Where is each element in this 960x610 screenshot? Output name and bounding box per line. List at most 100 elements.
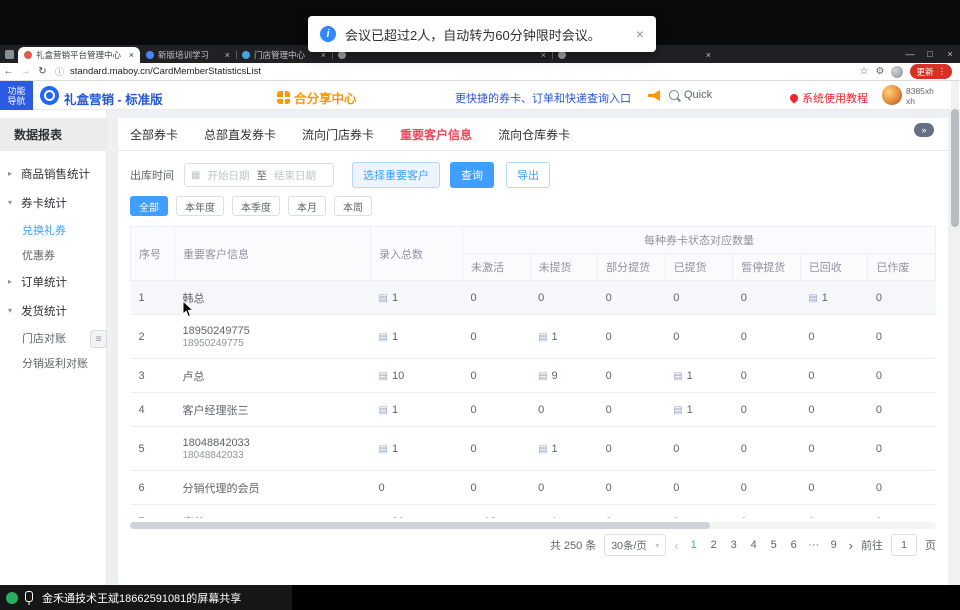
search-button[interactable]: 查询 xyxy=(450,162,494,188)
main-area: 全部券卡 总部直发券卡 流向门店券卡 重要客户信息 流向仓库券卡 » 出库时间 ▦ 开始… xyxy=(107,110,960,585)
cell-value: 1 xyxy=(552,331,558,343)
tutorial-link[interactable]: 系统使用教程 xyxy=(790,90,868,106)
quick-filter-button[interactable]: 本季度 xyxy=(232,196,280,216)
table-row[interactable]: 51804884203318048842033▤10▤100000 xyxy=(131,427,936,471)
table-row[interactable]: 7唐总▤20▤18▤100000 xyxy=(131,505,936,519)
caret-down-icon: ▾ xyxy=(8,198,16,207)
page-number-button[interactable]: 5 xyxy=(767,539,781,551)
customer-name: 韩总 xyxy=(183,290,363,306)
prev-page-button[interactable]: ‹ xyxy=(674,538,678,553)
cell-value: 0 xyxy=(606,482,612,494)
tab-favicon xyxy=(24,51,32,59)
date-filter-label: 出库时间 xyxy=(130,167,174,183)
page-number-button[interactable]: 3 xyxy=(727,539,741,551)
sidebar-subitem[interactable]: 优惠券 xyxy=(0,242,106,267)
page-number-button[interactable]: 4 xyxy=(747,539,761,551)
cell-value: 1 xyxy=(687,370,693,382)
content-tab[interactable]: 全部券卡 xyxy=(130,126,178,143)
value-cell: 0 xyxy=(800,471,868,505)
tab-close-icon[interactable]: × xyxy=(706,50,711,60)
content-tab[interactable]: 流向门店券卡 xyxy=(302,126,374,143)
customer-cell: 1804884203318048842033 xyxy=(175,427,371,471)
mouse-cursor xyxy=(182,300,194,318)
reload-button[interactable]: ↻ xyxy=(34,66,51,77)
vertical-scrollbar[interactable] xyxy=(951,81,959,585)
customer-cell: 1895024977518950249775 xyxy=(175,315,371,359)
quick-filter-button[interactable]: 本年度 xyxy=(176,196,224,216)
horizontal-scrollbar[interactable] xyxy=(130,522,936,529)
quick-filter-button[interactable]: 本周 xyxy=(334,196,372,216)
table-row[interactable]: 6分销代理的会员00000000 xyxy=(131,471,936,505)
select-customer-button[interactable]: 选择重要客户 xyxy=(352,162,440,188)
page-size-select[interactable]: 30条/页 ▾ xyxy=(604,534,666,556)
cell-value: 0 xyxy=(673,331,679,343)
browser-tab[interactable]: 礼盒营销平台管理中心× xyxy=(18,47,140,63)
tab-close-icon[interactable]: × xyxy=(129,50,134,60)
sidebar-item[interactable]: ▾券卡统计 xyxy=(0,188,106,217)
page-number-button[interactable]: 2 xyxy=(707,539,721,551)
collapse-panel-button[interactable]: » xyxy=(914,123,934,137)
cell-value: 0 xyxy=(471,292,477,304)
date-range-input[interactable]: ▦ 开始日期 至 结束日期 xyxy=(184,163,334,187)
content-tab[interactable]: 重要客户信息 xyxy=(400,126,472,143)
cell-value: 0 xyxy=(876,443,882,455)
export-button[interactable]: 导出 xyxy=(506,162,550,188)
bookmark-icon[interactable]: ☆ xyxy=(860,66,869,77)
card-icon: ▤ xyxy=(538,332,547,343)
table-row[interactable]: 3卢总▤100▤90▤1000 xyxy=(131,359,936,393)
megaphone-icon xyxy=(648,90,660,101)
horizontal-scrollbar-thumb[interactable] xyxy=(130,522,710,529)
customer-sub: 18950249775 xyxy=(183,338,363,349)
cell-value: 0 xyxy=(606,370,612,382)
sidebar-item[interactable]: ▸商品销售统计 xyxy=(0,159,106,188)
page-number-button[interactable]: 9 xyxy=(827,539,841,551)
extensions-icon[interactable]: ⚙ xyxy=(876,66,885,77)
window-minimize-button[interactable]: — xyxy=(900,49,920,59)
cell-value: 0 xyxy=(741,331,747,343)
quick-filter-button[interactable]: 全部 xyxy=(130,196,168,216)
browser-profile-avatar[interactable] xyxy=(891,66,903,78)
table-row[interactable]: 1韩总▤100000▤10 xyxy=(131,281,936,315)
browser-update-button[interactable]: 更新 ⋮ xyxy=(910,64,952,79)
function-nav-button[interactable]: 功能 导航 xyxy=(0,81,33,110)
browser-profile-icon[interactable] xyxy=(5,50,14,59)
meeting-toast: i 会议已超过2人，自动转为60分钟限时会议。 × xyxy=(308,16,656,52)
card-icon: ▤ xyxy=(471,517,480,519)
goto-label: 前往 xyxy=(861,537,883,553)
value-cell: ▤1 xyxy=(665,393,733,427)
drag-handle[interactable]: ≡ xyxy=(90,330,107,348)
quick-search-button[interactable]: Quick xyxy=(669,89,712,101)
menu-dots-icon: ⋮ xyxy=(938,66,947,77)
content-card: 全部券卡 总部直发券卡 流向门店券卡 重要客户信息 流向仓库券卡 » 出库时间 ▦ 开始… xyxy=(118,118,948,585)
address-bar[interactable]: standard.maboy.cn/CardMemberStatisticsLi… xyxy=(70,66,261,77)
sidebar-subitem[interactable]: 兑换礼券 xyxy=(0,217,106,242)
value-cell: 0 xyxy=(868,505,936,519)
page-number-button[interactable]: 1 xyxy=(687,539,701,551)
user-avatar[interactable] xyxy=(882,85,902,105)
browser-tab[interactable]: 新版培训学习× xyxy=(140,47,236,63)
forward-button[interactable]: → xyxy=(17,66,34,77)
quick-entry-link[interactable]: 更快捷的券卡、订单和快递查询入口 xyxy=(455,90,631,106)
value-cell: ▤9 xyxy=(530,359,598,393)
toast-close-icon[interactable]: × xyxy=(636,26,644,42)
content-tab[interactable]: 总部直发券卡 xyxy=(204,126,276,143)
quick-filter-button[interactable]: 本月 xyxy=(288,196,326,216)
sidebar-item[interactable]: ▾发货统计 xyxy=(0,296,106,325)
table-row[interactable]: 21895024977518950249775▤10▤100000 xyxy=(131,315,936,359)
table-row[interactable]: 4客户经理张三▤1000▤1000 xyxy=(131,393,936,427)
goto-page-input[interactable] xyxy=(891,534,917,556)
vertical-scrollbar-thumb[interactable] xyxy=(951,109,959,227)
tab-close-icon[interactable]: × xyxy=(225,50,230,60)
window-close-button[interactable]: × xyxy=(940,49,960,59)
back-button[interactable]: ← xyxy=(0,66,17,77)
site-info-icon[interactable]: ⓘ xyxy=(55,65,64,78)
window-maximize-button[interactable]: □ xyxy=(920,49,940,59)
value-cell: 0 xyxy=(598,471,666,505)
content-tab[interactable]: 流向仓库券卡 xyxy=(498,126,570,143)
col-header-index: 序号 xyxy=(131,227,175,281)
next-page-button[interactable]: › xyxy=(849,538,853,553)
share-center-link[interactable]: 合分享中心 xyxy=(277,88,357,107)
page-number-button[interactable]: 6 xyxy=(787,539,801,551)
sidebar-item[interactable]: ▸订单统计 xyxy=(0,267,106,296)
sidebar-subitem[interactable]: 分销返利对账 xyxy=(0,350,106,375)
